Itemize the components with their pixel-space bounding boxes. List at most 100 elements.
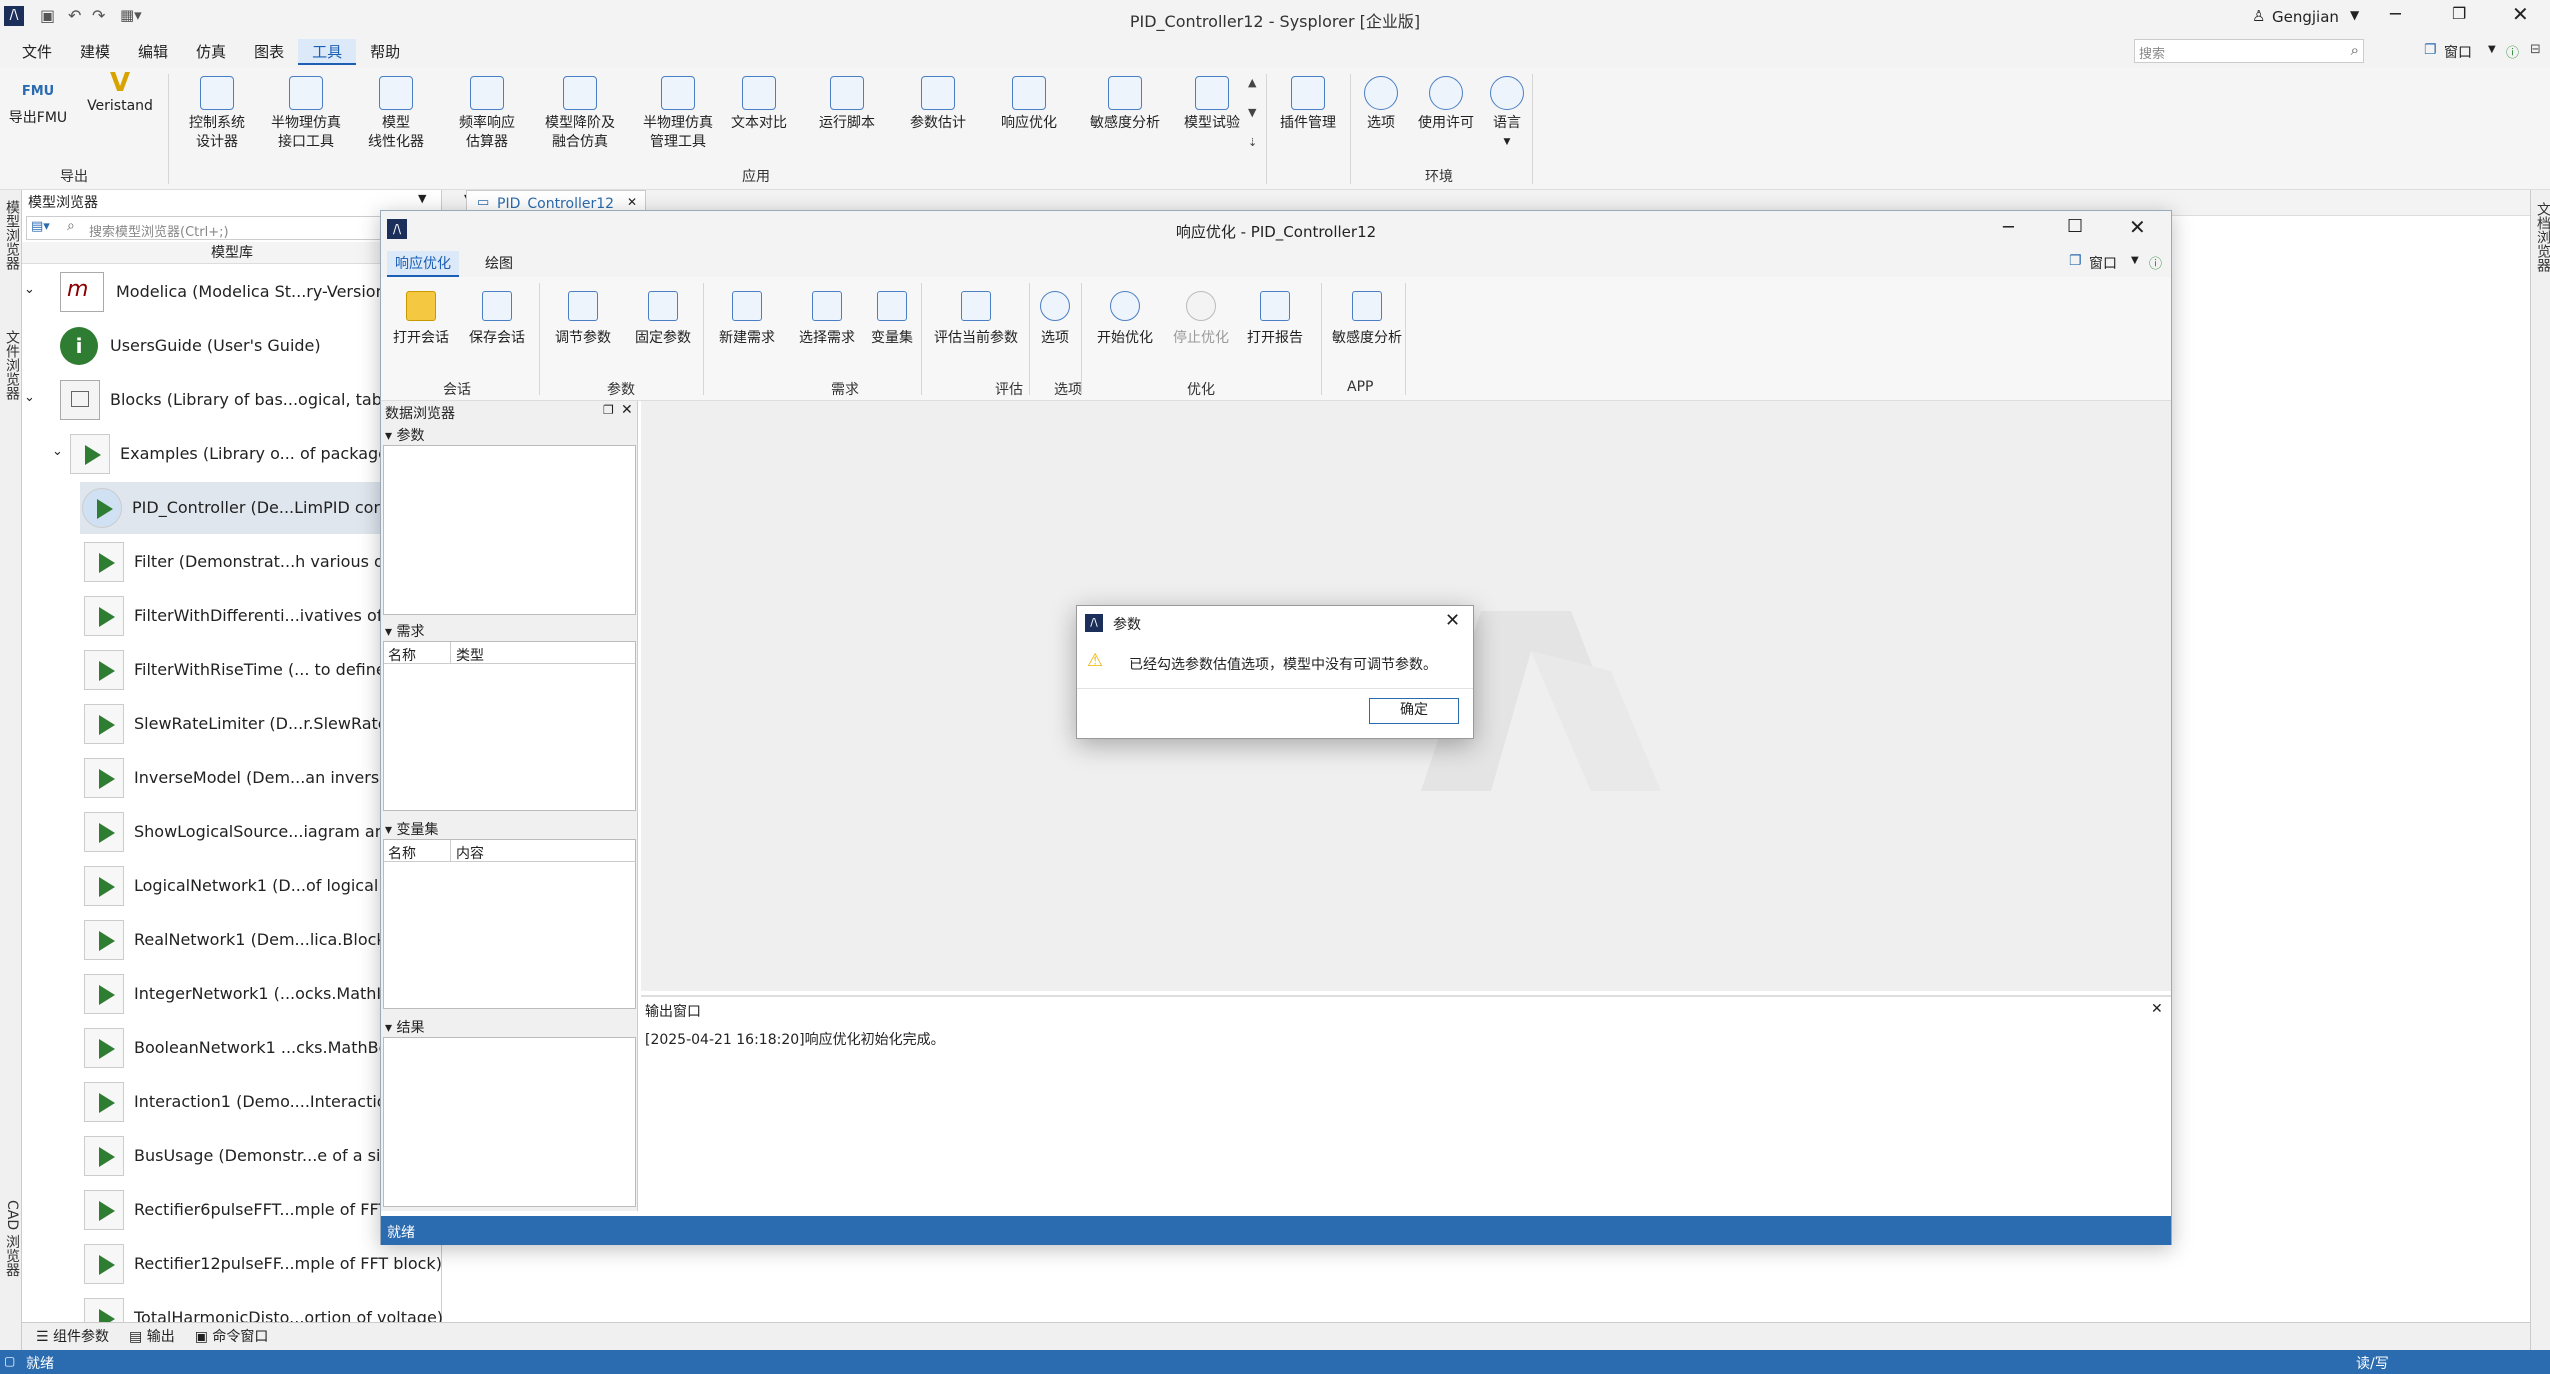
plugin-manager-button[interactable]: 插件管理: [1270, 68, 1346, 160]
tree-item-slew-rate-limiter[interactable]: SlewRateLimiter (D...r.SlewRateLi: [22, 698, 442, 750]
tree-item-filter-with-rise-time[interactable]: FilterWithRiseTime (... to define a: [22, 644, 442, 696]
tune-params-button[interactable]: 调节参数: [543, 277, 623, 347]
expand-arrow-icon[interactable]: ⌄: [24, 390, 35, 405]
tab-model-browser[interactable]: 模型浏览器: [2, 200, 22, 270]
tree-item-logical-network1[interactable]: LogicalNetwork1 (D...of logical bl: [22, 860, 442, 912]
ribbon-scroll-down-icon[interactable]: ▼: [1248, 106, 1256, 119]
global-search-input[interactable]: 搜索 ⌕: [2134, 39, 2364, 63]
tree-item-filter-with-differentiation[interactable]: FilterWithDifferenti...ivatives of fil: [22, 590, 442, 642]
language-dropdown-icon[interactable]: ▼: [1484, 133, 1530, 152]
opt-tab-plot[interactable]: 绘图: [477, 253, 521, 273]
window-menu[interactable]: 窗口: [2444, 42, 2472, 62]
tab-component-params[interactable]: ☰ 组件参数: [36, 1326, 109, 1346]
tab-document-browser[interactable]: 文档浏览器: [2533, 202, 2550, 272]
expand-arrow-icon[interactable]: ⌄: [52, 444, 63, 459]
float-icon[interactable]: ❐: [603, 403, 614, 417]
menu-chart[interactable]: 图表: [240, 39, 298, 65]
opt-tab-optimization[interactable]: 响应优化: [387, 251, 459, 277]
tree-item-users-guide[interactable]: i UsersGuide (User's Guide): [22, 320, 442, 372]
tab-cad-browser[interactable]: CAD 浏览器: [2, 1200, 22, 1277]
menu-tools[interactable]: 工具: [298, 39, 357, 65]
start-optimization-button[interactable]: 开始优化: [1087, 277, 1163, 347]
section-requirements-header[interactable]: ▾ 需求: [385, 621, 424, 641]
tree-item-show-logical-sources[interactable]: ShowLogicalSource...iagram anim: [22, 806, 442, 858]
section-params-header[interactable]: ▾ 参数: [385, 425, 424, 445]
tab-close-icon[interactable]: ✕: [627, 195, 637, 209]
menu-modeling[interactable]: 建模: [66, 39, 124, 65]
tree-item-rectifier6pulse-fft[interactable]: Rectifier6pulseFFT...mple of FFT b: [22, 1184, 442, 1236]
sensitivity-analysis-button[interactable]: 敏感度分析: [1080, 68, 1170, 160]
language-button[interactable]: 语言 ▼: [1484, 68, 1530, 160]
open-report-button[interactable]: 打开报告: [1237, 277, 1313, 347]
dialog-close-button[interactable]: ✕: [1445, 610, 1460, 631]
param-estimation-button[interactable]: 参数估计: [896, 68, 980, 160]
select-requirement-button[interactable]: 选择需求: [787, 277, 867, 347]
section-varset-header[interactable]: ▾ 变量集: [385, 819, 438, 839]
linearizer-button[interactable]: 模型 线性化器: [356, 68, 436, 160]
tree-item-integer-network1[interactable]: IntegerNetwork1 (...ocks.MathInt: [22, 968, 442, 1020]
close-button[interactable]: ✕: [2512, 2, 2529, 26]
save-session-button[interactable]: 保存会话: [457, 277, 537, 347]
restore-button[interactable]: ❐: [2452, 4, 2466, 23]
params-list[interactable]: [383, 445, 636, 615]
tree-item-real-network1[interactable]: RealNetwork1 (Dem...lica.Blocks.M: [22, 914, 442, 966]
opt-help-icon[interactable]: ⓘ: [2149, 253, 2162, 272]
hil-interface-button[interactable]: 半物理仿真 接口工具: [262, 68, 350, 160]
tree-item-modelica[interactable]: ⌄ m Modelica (Modelica St...ry-Version4.0.…: [22, 266, 442, 318]
browser-search-input[interactable]: ▤▾ ⌕ 搜索模型浏览器(Ctrl+;): [26, 216, 438, 240]
data-browser-close-icon[interactable]: ✕: [621, 402, 633, 418]
hil-manager-button[interactable]: 半物理仿真 管理工具: [632, 68, 724, 160]
tree-item-blocks[interactable]: ⌄ Blocks (Library of bas...ogical, table …: [22, 374, 442, 426]
tab-file-browser[interactable]: 文件浏览器: [2, 330, 22, 400]
requirements-table[interactable]: 名称 类型: [383, 641, 636, 811]
help-icon[interactable]: ⓘ: [2506, 42, 2519, 61]
varset-table[interactable]: 名称 内容: [383, 839, 636, 1009]
filter-icon[interactable]: ▤▾: [31, 219, 50, 234]
tree-item-inverse-model[interactable]: InverseModel (Dem...an inverse m: [22, 752, 442, 804]
menu-file[interactable]: 文件: [8, 39, 66, 65]
window-layout-icon[interactable]: ❐: [2424, 42, 2437, 58]
tree-item-rectifier12pulse-fft[interactable]: Rectifier12pulseFF...mple of FFT block): [22, 1238, 442, 1290]
pin-icon[interactable]: ⊟: [2530, 42, 2541, 57]
output-close-icon[interactable]: ✕: [2151, 1001, 2163, 1017]
panel-menu-icon[interactable]: ▼: [418, 192, 426, 205]
tree-item-bus-usage[interactable]: BusUsage (Demonstr...e of a signa: [22, 1130, 442, 1182]
opt-window-menu[interactable]: 窗口: [2089, 253, 2117, 273]
minimize-button[interactable]: ─: [2390, 4, 2401, 25]
license-button[interactable]: 使用许可: [1410, 68, 1482, 160]
tree-item-interaction1[interactable]: Interaction1 (Demo....Interaction.: [22, 1076, 442, 1128]
col-name[interactable]: 名称: [388, 645, 416, 665]
new-requirement-button[interactable]: 新建需求: [707, 277, 787, 347]
freq-estimator-button[interactable]: 频率响应 估算器: [446, 68, 528, 160]
run-script-button[interactable]: 运行脚本: [808, 68, 886, 160]
ok-button[interactable]: 确定: [1369, 698, 1459, 724]
user-name[interactable]: Gengjian: [2272, 8, 2339, 26]
fix-params-button[interactable]: 固定参数: [623, 277, 703, 347]
model-reduction-button[interactable]: 模型降阶及 融合仿真: [534, 68, 626, 160]
expand-arrow-icon[interactable]: ⌄: [24, 282, 35, 297]
variable-set-button[interactable]: 变量集: [859, 277, 925, 347]
control-designer-button[interactable]: 控制系统 设计器: [176, 68, 258, 160]
opt-close-button[interactable]: ✕: [2129, 215, 2146, 239]
opt-maximize-button[interactable]: ☐: [2067, 216, 2083, 237]
window-menu-dropdown-icon[interactable]: ▼: [2488, 44, 2496, 55]
results-list[interactable]: [383, 1037, 636, 1207]
col-name[interactable]: 名称: [388, 843, 416, 863]
menu-help[interactable]: 帮助: [356, 39, 414, 65]
veristand-button[interactable]: V Veristand: [78, 68, 162, 160]
tree-item-examples[interactable]: ⌄ Examples (Library o... of package Bl: [22, 428, 442, 480]
opt-sensitivity-analysis-button[interactable]: 敏感度分析: [1323, 277, 1411, 347]
tree-item-filter[interactable]: Filter (Demonstrat...h various opt: [22, 536, 442, 588]
section-results-header[interactable]: ▾ 结果: [385, 1017, 424, 1037]
col-type[interactable]: 类型: [456, 645, 484, 665]
ribbon-scroll-up-icon[interactable]: ▲: [1248, 76, 1256, 89]
ribbon-expand-icon[interactable]: ⇣: [1248, 136, 1257, 149]
search-icon[interactable]: ⌕: [2351, 41, 2359, 59]
stop-optimization-button[interactable]: 停止优化: [1163, 277, 1239, 347]
opt-window-dropdown-icon[interactable]: ▼: [2131, 255, 2139, 266]
opt-minimize-button[interactable]: ─: [2003, 217, 2014, 238]
text-compare-button[interactable]: 文本对比: [722, 68, 796, 160]
opt-options-button[interactable]: 选项: [1031, 277, 1079, 347]
tab-output[interactable]: ▤ 输出: [129, 1326, 175, 1346]
menu-edit[interactable]: 编辑: [124, 39, 182, 65]
